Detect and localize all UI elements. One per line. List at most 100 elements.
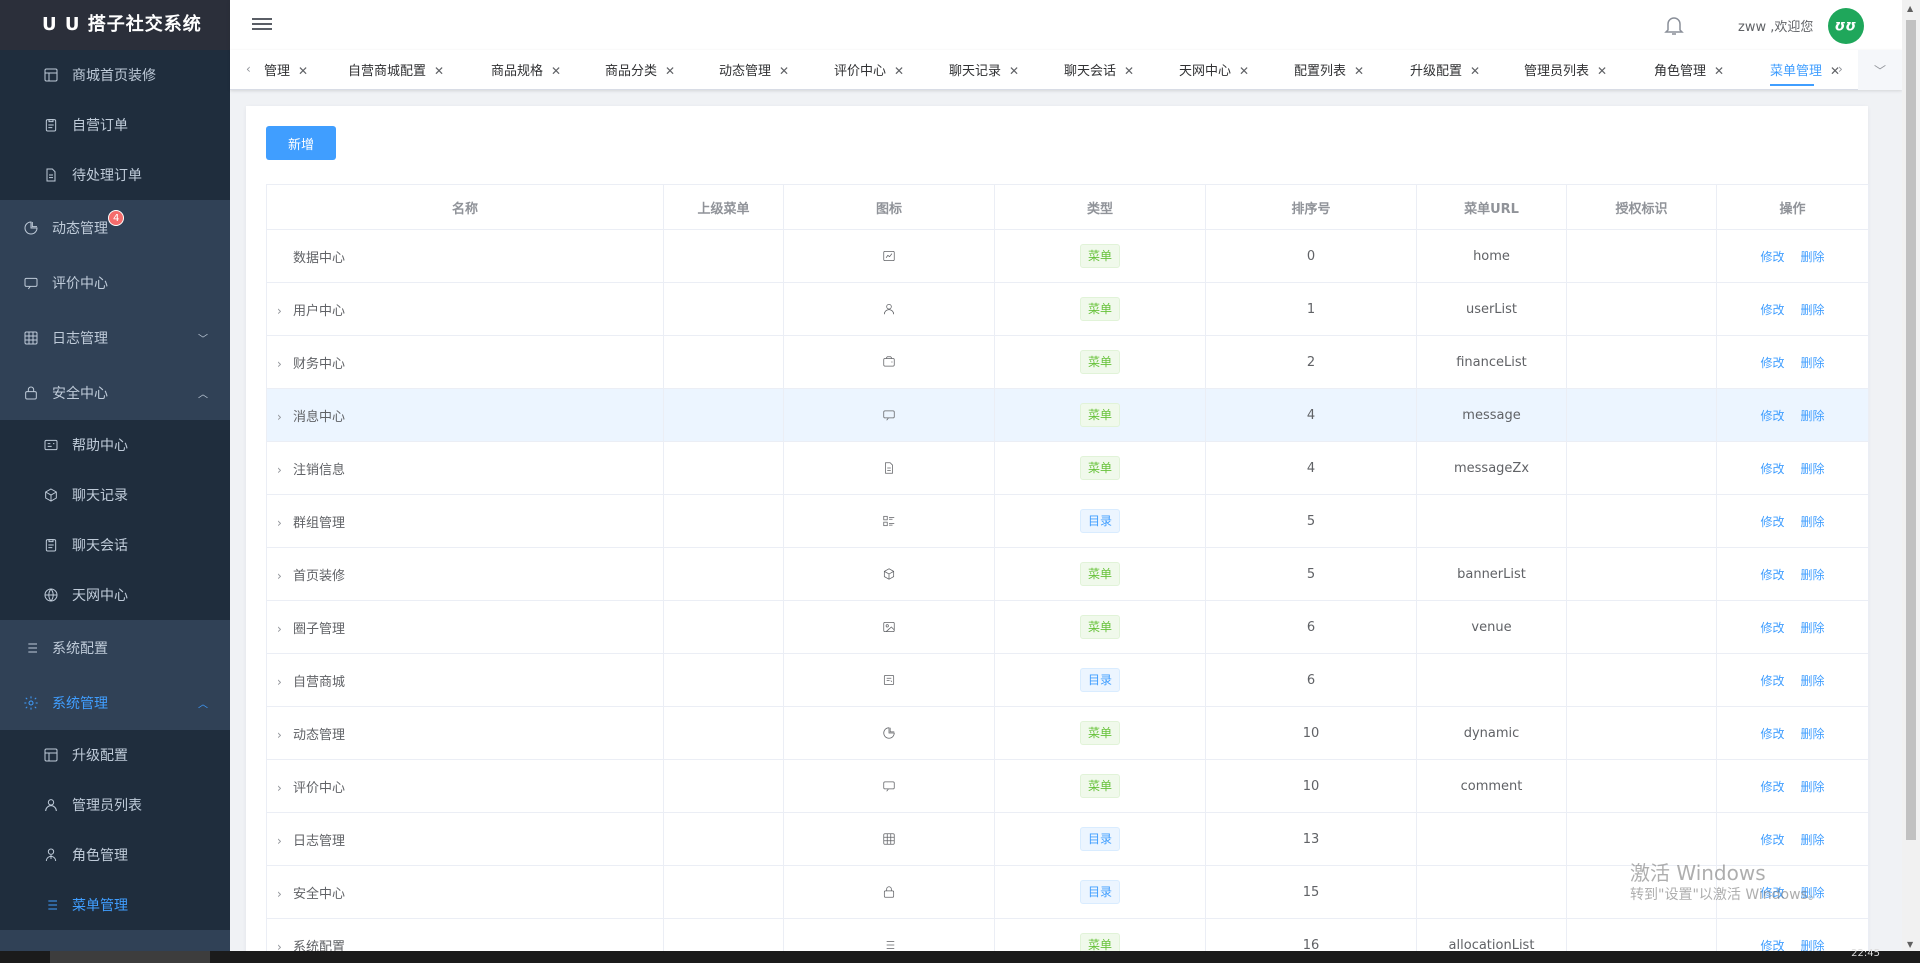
tab-4[interactable]: 动态管理 ✕: [719, 60, 789, 82]
close-icon[interactable]: ✕: [894, 64, 904, 78]
expand-chevron-icon[interactable]: ›: [277, 834, 293, 848]
delete-button[interactable]: 删除: [1801, 515, 1825, 529]
table-row[interactable]: 数据中心 菜单 0 home 修改 删除: [266, 229, 1869, 283]
tab-7[interactable]: 聊天会话 ✕: [1064, 60, 1134, 82]
delete-button[interactable]: 删除: [1801, 833, 1825, 847]
close-icon[interactable]: ✕: [779, 64, 789, 78]
tab-9[interactable]: 配置列表 ✕: [1294, 60, 1364, 82]
delete-button[interactable]: 删除: [1801, 727, 1825, 741]
chevron-icon[interactable]: ︿: [198, 695, 208, 710]
close-icon[interactable]: ✕: [1714, 64, 1724, 78]
delete-button[interactable]: 删除: [1801, 409, 1825, 423]
tab-0[interactable]: 管理 ✕: [264, 60, 308, 82]
sidebar-item[interactable]: 系统配置: [0, 620, 230, 675]
sidebar-item[interactable]: 评价中心: [0, 255, 230, 310]
scroll-down-arrow-icon[interactable]: ▼: [1907, 940, 1913, 949]
tab-13[interactable]: 菜单管理 ✕: [1770, 60, 1840, 86]
expand-chevron-icon[interactable]: ›: [277, 569, 293, 583]
column-header[interactable]: 操作: [1716, 184, 1869, 230]
sidebar-item[interactable]: 帮助中心: [0, 420, 230, 470]
add-button[interactable]: 新增: [266, 126, 336, 160]
close-icon[interactable]: ✕: [1239, 64, 1249, 78]
sidebar-item[interactable]: 角色管理: [0, 830, 230, 880]
sidebar-item[interactable]: 日志管理 ﹀: [0, 310, 230, 365]
tab-6[interactable]: 聊天记录 ✕: [949, 60, 1019, 82]
tab-3[interactable]: 商品分类 ✕: [605, 60, 675, 82]
expand-chevron-icon[interactable]: ›: [277, 304, 293, 318]
sidebar-item[interactable]: 待处理订单: [0, 150, 230, 200]
table-row[interactable]: › 动态管理 菜单 10 dynamic 修改 删除: [266, 706, 1869, 760]
close-icon[interactable]: ✕: [1354, 64, 1364, 78]
tab-11[interactable]: 管理员列表 ✕: [1524, 60, 1607, 82]
sidebar-item[interactable]: 商城首页装修: [0, 50, 230, 100]
expand-chevron-icon[interactable]: ›: [277, 410, 293, 424]
tab-5[interactable]: 评价中心 ✕: [834, 60, 904, 82]
edit-button[interactable]: 修改: [1760, 356, 1784, 370]
sidebar-item[interactable]: 升级配置: [0, 730, 230, 780]
table-row[interactable]: › 自营商城 目录 6 修改 删除: [266, 653, 1869, 707]
sidebar-item[interactable]: 聊天记录: [0, 470, 230, 520]
edit-button[interactable]: 修改: [1760, 409, 1784, 423]
chevron-icon[interactable]: ﹀: [198, 330, 208, 345]
hamburger-icon[interactable]: [252, 15, 272, 35]
column-header[interactable]: 菜单URL: [1416, 184, 1567, 230]
page-vertical-scrollbar[interactable]: ▲ ▼: [1902, 0, 1920, 951]
close-icon[interactable]: ✕: [298, 64, 308, 78]
close-icon[interactable]: ✕: [1470, 64, 1480, 78]
close-icon[interactable]: ✕: [434, 64, 444, 78]
edit-button[interactable]: 修改: [1760, 674, 1784, 688]
close-icon[interactable]: ✕: [1009, 64, 1019, 78]
sidebar-item[interactable]: 系统管理 ︿: [0, 675, 230, 730]
table-row[interactable]: › 评价中心 菜单 10 comment 修改 删除: [266, 759, 1869, 813]
column-header[interactable]: 类型: [994, 184, 1206, 230]
column-header[interactable]: 授权标识: [1566, 184, 1717, 230]
close-icon[interactable]: ✕: [665, 64, 675, 78]
delete-button[interactable]: 删除: [1801, 780, 1825, 794]
tags-more-chevron-down-icon[interactable]: ﹀: [1858, 50, 1902, 90]
edit-button[interactable]: 修改: [1760, 780, 1784, 794]
edit-button[interactable]: 修改: [1760, 515, 1784, 529]
table-row[interactable]: › 圈子管理 菜单 6 venue 修改 删除: [266, 600, 1869, 654]
edit-button[interactable]: 修改: [1760, 621, 1784, 635]
tab-10[interactable]: 升级配置 ✕: [1410, 60, 1480, 82]
table-row[interactable]: › 首页装修 菜单 5 bannerList 修改 删除: [266, 547, 1869, 601]
tags-scroll-right-icon[interactable]: ›: [1838, 62, 1843, 76]
sidebar-item[interactable]: 动态管理 4: [0, 200, 230, 255]
sidebar-item[interactable]: 天网中心: [0, 570, 230, 620]
tab-12[interactable]: 角色管理 ✕: [1654, 60, 1724, 82]
edit-button[interactable]: 修改: [1760, 727, 1784, 741]
expand-chevron-icon[interactable]: ›: [277, 728, 293, 742]
table-row[interactable]: › 用户中心 菜单 1 userList 修改 删除: [266, 282, 1869, 336]
tags-scroll-left-icon[interactable]: ‹: [246, 62, 251, 76]
delete-button[interactable]: 删除: [1801, 568, 1825, 582]
edit-button[interactable]: 修改: [1760, 568, 1784, 582]
tab-8[interactable]: 天网中心 ✕: [1179, 60, 1249, 82]
table-row[interactable]: › 财务中心 菜单 2 financeList 修改 删除: [266, 335, 1869, 389]
delete-button[interactable]: 删除: [1801, 621, 1825, 635]
edit-button[interactable]: 修改: [1760, 462, 1784, 476]
column-header[interactable]: 上级菜单: [663, 184, 784, 230]
close-icon[interactable]: ✕: [1597, 64, 1607, 78]
chevron-icon[interactable]: ︿: [198, 385, 208, 400]
tab-1[interactable]: 自营商城配置 ✕: [348, 60, 444, 82]
table-row[interactable]: › 群组管理 目录 5 修改 删除: [266, 494, 1869, 548]
edit-button[interactable]: 修改: [1760, 250, 1784, 264]
table-row[interactable]: › 注销信息 菜单 4 messageZx 修改 删除: [266, 441, 1869, 495]
sidebar-item[interactable]: 自营订单: [0, 100, 230, 150]
column-header[interactable]: 排序号: [1205, 184, 1417, 230]
expand-chevron-icon[interactable]: ›: [277, 781, 293, 795]
delete-button[interactable]: 删除: [1801, 356, 1825, 370]
table-row[interactable]: › 日志管理 目录 13 修改 删除: [266, 812, 1869, 866]
table-row[interactable]: › 安全中心 目录 15 修改 删除: [266, 865, 1869, 919]
expand-chevron-icon[interactable]: ›: [277, 357, 293, 371]
scroll-up-arrow-icon[interactable]: ▲: [1907, 4, 1913, 13]
delete-button[interactable]: 删除: [1801, 462, 1825, 476]
delete-button[interactable]: 删除: [1801, 674, 1825, 688]
expand-chevron-icon[interactable]: ›: [277, 675, 293, 689]
edit-button[interactable]: 修改: [1760, 833, 1784, 847]
expand-chevron-icon[interactable]: ›: [277, 516, 293, 530]
expand-chevron-icon[interactable]: ›: [277, 887, 293, 901]
column-header[interactable]: 名称: [266, 184, 664, 230]
taskbar-app-button[interactable]: [50, 951, 210, 963]
sidebar-item[interactable]: 管理员列表: [0, 780, 230, 830]
